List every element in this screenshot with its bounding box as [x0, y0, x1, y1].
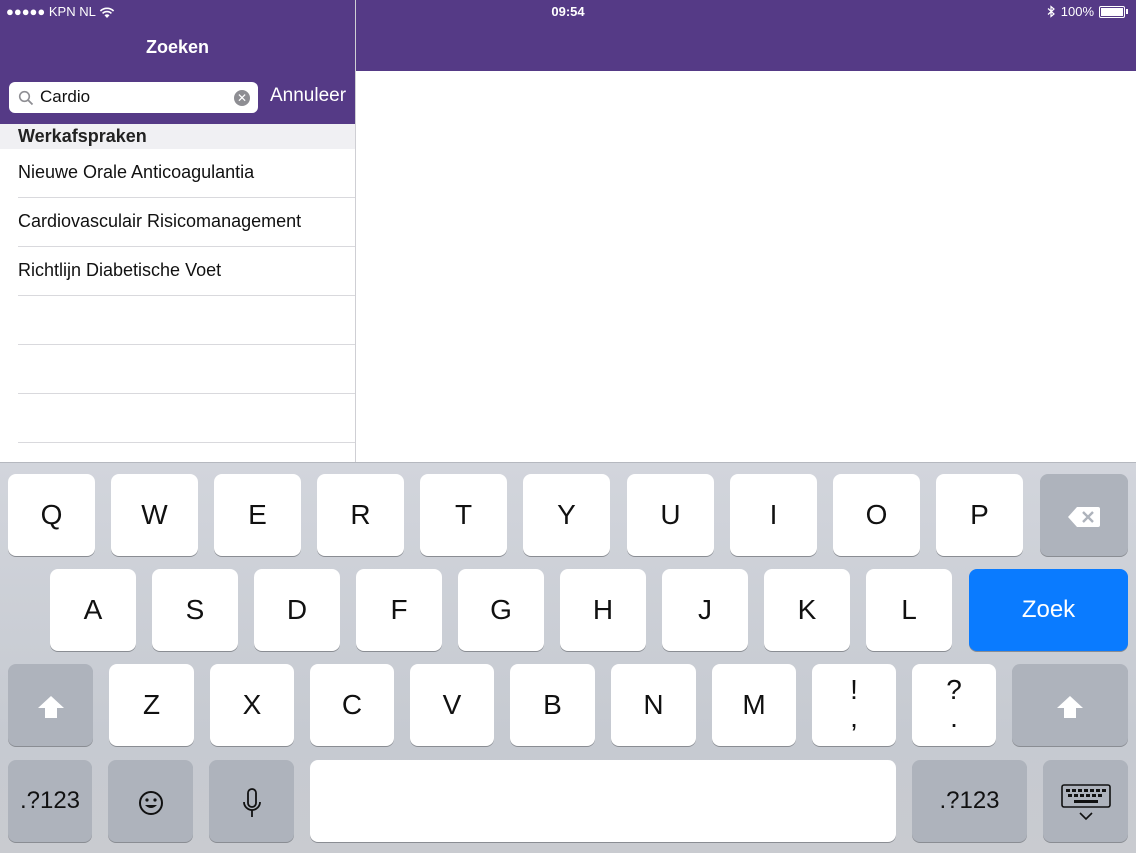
microphone-icon	[242, 787, 262, 819]
numbers-key-left[interactable]: .?123	[8, 760, 92, 842]
backspace-icon	[1067, 505, 1101, 529]
key-m[interactable]: M	[712, 664, 796, 746]
key-a[interactable]: A	[50, 569, 136, 651]
key-t[interactable]: T	[420, 474, 507, 556]
key-u[interactable]: U	[627, 474, 714, 556]
key-bottom-char: .	[950, 702, 958, 733]
key-b[interactable]: B	[510, 664, 595, 746]
key-d[interactable]: D	[254, 569, 340, 651]
result-row[interactable]: Richtlijn Diabetische Voet	[0, 247, 355, 296]
key-r[interactable]: R	[317, 474, 404, 556]
empty-row	[0, 394, 355, 443]
row-separator	[18, 442, 355, 443]
emoji-key[interactable]	[108, 760, 193, 842]
search-field[interactable]: ✕	[9, 82, 258, 113]
key-s[interactable]: S	[152, 569, 238, 651]
key-bottom-char: ,	[850, 702, 858, 733]
key-e[interactable]: E	[214, 474, 301, 556]
key-i[interactable]: I	[730, 474, 817, 556]
dictation-key[interactable]	[209, 760, 294, 842]
key-exclamation-comma[interactable]: ! ,	[812, 664, 896, 746]
key-h[interactable]: H	[560, 569, 646, 651]
key-j[interactable]: J	[662, 569, 748, 651]
battery-icon	[1099, 5, 1125, 18]
result-row[interactable]: Nieuwe Orale Anticoagulantia	[0, 149, 355, 198]
result-label: Richtlijn Diabetische Voet	[18, 260, 222, 280]
key-c[interactable]: C	[310, 664, 394, 746]
shift-key-right[interactable]	[1012, 664, 1128, 746]
bluetooth-icon	[1047, 5, 1056, 18]
space-key[interactable]	[310, 760, 896, 842]
emoji-icon	[138, 790, 164, 816]
result-label: Cardiovasculair Risicomanagement	[18, 211, 302, 231]
result-row[interactable]: Cardiovasculair Risicomanagement	[0, 198, 355, 247]
key-g[interactable]: G	[458, 569, 544, 651]
clear-search-icon[interactable]: ✕	[234, 90, 250, 106]
key-top-char: ?	[946, 674, 962, 705]
key-v[interactable]: V	[410, 664, 494, 746]
key-l[interactable]: L	[866, 569, 952, 651]
status-right: 100%	[1047, 4, 1128, 19]
result-label: Nieuwe Orale Anticoagulantia	[18, 162, 255, 182]
key-n[interactable]: N	[611, 664, 696, 746]
key-q[interactable]: Q	[8, 474, 95, 556]
dismiss-keyboard-key[interactable]	[1043, 760, 1128, 842]
key-p[interactable]: P	[936, 474, 1023, 556]
key-x[interactable]: X	[210, 664, 294, 746]
shift-key-left[interactable]	[8, 664, 93, 746]
search-return-key[interactable]: Zoek	[969, 569, 1128, 651]
battery-percentage: 100%	[1060, 4, 1094, 19]
section-title: Werkafspraken	[18, 126, 147, 146]
key-f[interactable]: F	[356, 569, 442, 651]
search-icon	[18, 90, 34, 106]
key-o[interactable]: O	[833, 474, 920, 556]
backspace-key[interactable]	[1040, 474, 1128, 556]
keyboard-hide-icon	[1060, 783, 1112, 823]
shift-icon	[1055, 694, 1085, 720]
battery-tip	[1126, 9, 1128, 14]
shift-icon	[36, 694, 66, 720]
status-time: 09:54	[551, 4, 585, 19]
page-title: Zoeken	[145, 37, 210, 57]
numbers-key-right[interactable]: .?123	[912, 760, 1027, 842]
on-screen-keyboard: Q W E R T Y U I O P A S D F G H J K L Zo…	[0, 462, 1136, 853]
search-input[interactable]	[40, 86, 230, 108]
key-top-char: !	[850, 674, 858, 705]
cancel-button[interactable]: Annuleer	[270, 85, 346, 107]
key-w[interactable]: W	[111, 474, 198, 556]
key-k[interactable]: K	[764, 569, 850, 651]
empty-row	[0, 345, 355, 394]
empty-row	[0, 296, 355, 345]
key-question-period[interactable]: ? .	[912, 664, 996, 746]
split-view-divider	[355, 0, 356, 462]
key-y[interactable]: Y	[523, 474, 610, 556]
key-z[interactable]: Z	[109, 664, 194, 746]
section-header: Werkafspraken	[0, 124, 355, 149]
